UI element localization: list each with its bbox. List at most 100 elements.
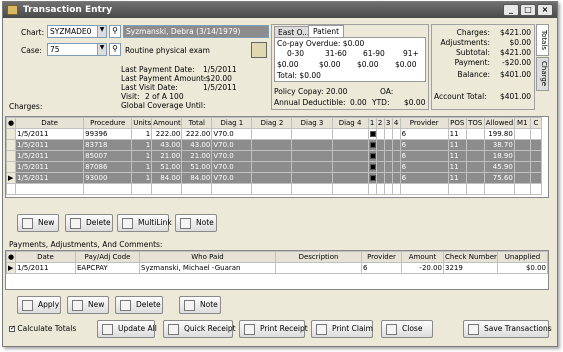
cell-allowed[interactable]: 38.70: [483, 139, 515, 151]
new-charge-button[interactable]: New: [17, 214, 59, 232]
cell-units[interactable]: 1: [131, 139, 153, 151]
col-3[interactable]: 3: [383, 117, 393, 129]
charge-row[interactable]: 1/5/2011 87086 1 51.00 51.00 V70.0 6 11 45.90: [6, 161, 543, 173]
col-2[interactable]: 2: [375, 117, 385, 129]
pcol-provider[interactable]: Provider: [361, 251, 402, 263]
pcell-who[interactable]: Syzmanski, Michael -Guaran: [139, 262, 276, 274]
cell-allowed[interactable]: 45.90: [483, 161, 515, 173]
charge-row[interactable]: 1/5/2011 83718 1 43.00 43.00 V70.0 6 11 38.70: [6, 139, 543, 151]
col-tos[interactable]: TOS: [465, 117, 485, 129]
pcol-check[interactable]: Check Number: [443, 251, 498, 263]
pcell-check[interactable]: 3219: [443, 262, 498, 274]
cell-diag1[interactable]: V70.0: [211, 150, 253, 162]
col-4[interactable]: 4: [391, 117, 401, 129]
cell-pos[interactable]: 11: [447, 172, 467, 184]
pcol-unapplied[interactable]: Unapplied: [497, 251, 548, 263]
new-payment-button[interactable]: New: [67, 296, 109, 314]
tab-patient[interactable]: Patient: [308, 25, 345, 37]
cell-proc[interactable]: 83718: [83, 139, 133, 151]
pcol-code[interactable]: Pay/Adj Code: [75, 251, 140, 263]
col-amount[interactable]: Amount: [151, 117, 183, 129]
cell-diag1[interactable]: V70.0: [211, 172, 253, 184]
cell-date[interactable]: 1/5/2011: [15, 139, 85, 151]
charge-row[interactable]: 1/5/2011 85007 1 21.00 21.00 V70.0 6 11 18.90: [6, 150, 543, 162]
cell-date[interactable]: 1/5/2011: [15, 128, 85, 140]
cell-units[interactable]: 1: [131, 150, 153, 162]
col-total[interactable]: Total: [181, 117, 213, 129]
pcol-who[interactable]: Who Paid: [139, 251, 276, 263]
pcol-date[interactable]: Date: [15, 251, 76, 263]
cell-diag1[interactable]: V70.0: [211, 139, 253, 151]
print-claim-button[interactable]: Print Claim: [311, 320, 373, 338]
update-all-button[interactable]: Update All: [97, 320, 157, 338]
cell-proc[interactable]: 93000: [83, 172, 133, 184]
cell-amount[interactable]: 51.00: [151, 161, 183, 173]
pcol-amount[interactable]: Amount: [401, 251, 444, 263]
delete-payment-button[interactable]: Delete: [115, 296, 163, 314]
cell-proc[interactable]: 99396: [83, 128, 133, 140]
cell-diag1[interactable]: V70.0: [211, 128, 253, 140]
col-procedure[interactable]: Procedure: [83, 117, 133, 129]
cell-total[interactable]: 222.00: [181, 128, 213, 140]
cell-provider[interactable]: 6: [399, 139, 449, 151]
payments-grid[interactable]: ● Date Pay/Adj Code Who Paid Description…: [5, 250, 549, 290]
cell-allowed[interactable]: 18.90: [483, 150, 515, 162]
multilink-button[interactable]: MultiLink: [117, 214, 172, 232]
cell-total[interactable]: 84.00: [181, 172, 213, 184]
col-pos[interactable]: POS: [447, 117, 467, 129]
cell-proc[interactable]: 85007: [83, 150, 133, 162]
cell-total[interactable]: 51.00: [181, 161, 213, 173]
cell-provider[interactable]: 6: [399, 128, 449, 140]
cell-diag1[interactable]: V70.0: [211, 161, 253, 173]
cell-amount[interactable]: 43.00: [151, 139, 183, 151]
cell-pos[interactable]: 11: [447, 150, 467, 162]
close-button[interactable]: Close: [381, 320, 433, 338]
col-allowed[interactable]: Allowed: [483, 117, 515, 129]
pcol-description[interactable]: Description: [275, 251, 362, 263]
payment-row[interactable]: ▶ 1/5/2011 EAPCPAY Syzmanski, Michael -Guar…: [6, 262, 548, 274]
case-field[interactable]: 75 ▼: [47, 43, 107, 56]
cell-amount[interactable]: 84.00: [151, 172, 183, 184]
cell-provider[interactable]: 6: [399, 150, 449, 162]
cell-total[interactable]: 43.00: [181, 139, 213, 151]
cell-amount[interactable]: 222.00: [151, 128, 183, 140]
cell-date[interactable]: 1/5/2011: [15, 150, 85, 162]
charge-row[interactable]: ▶ 1/5/2011 93000 1 84.00 84.00 V70.0 6 11 75.60: [6, 172, 543, 184]
col-diag3[interactable]: Diag 3: [291, 117, 333, 129]
chart-search-icon[interactable]: ⚲: [109, 25, 121, 38]
quick-receipt-button[interactable]: Quick Receipt: [163, 320, 236, 338]
side-tab-charge[interactable]: Charge: [536, 57, 549, 91]
cell-date[interactable]: 1/5/2011: [15, 172, 85, 184]
col-m1[interactable]: M1: [513, 117, 531, 129]
side-tab-totals[interactable]: Totals: [536, 24, 549, 56]
charge-row[interactable]: 1/5/2011 99396 1 222.00 222.00 V70.0 6 11 199.80: [6, 128, 543, 140]
pcell-desc[interactable]: [275, 262, 362, 274]
pcell-code[interactable]: EAPCPAY: [75, 262, 140, 274]
cell-units[interactable]: 1: [131, 128, 153, 140]
calculate-totals-checkbox[interactable]: ✓ Calculate Totals: [9, 324, 76, 333]
col-diag2[interactable]: Diag 2: [251, 117, 293, 129]
minimize-button[interactable]: _: [503, 4, 519, 16]
apply-button[interactable]: Apply: [17, 296, 61, 314]
col-date[interactable]: Date: [15, 117, 85, 129]
cell-provider[interactable]: 6: [399, 161, 449, 173]
col-diag1[interactable]: Diag 1: [211, 117, 253, 129]
col-diag4[interactable]: Diag 4: [331, 117, 369, 129]
col-c[interactable]: C: [529, 117, 543, 129]
save-transactions-button[interactable]: Save Transactions: [463, 320, 552, 338]
cell-amount[interactable]: 21.00: [151, 150, 183, 162]
cell-pos[interactable]: 11: [447, 161, 467, 173]
case-search-icon[interactable]: ⚲: [109, 43, 121, 56]
col-units[interactable]: Units: [131, 117, 153, 129]
charges-grid[interactable]: ● Date Procedure Units Amount Total Diag…: [5, 116, 549, 198]
pcell-amount[interactable]: -20.00: [401, 262, 444, 274]
charge-note-button[interactable]: Note: [175, 214, 217, 232]
col-provider[interactable]: Provider: [399, 117, 449, 129]
cell-allowed[interactable]: 199.80: [483, 128, 515, 140]
close-window-button[interactable]: ×: [537, 4, 553, 16]
cell-allowed[interactable]: 75.60: [483, 172, 515, 184]
col-1[interactable]: 1: [367, 117, 377, 129]
cell-units[interactable]: 1: [131, 172, 153, 184]
cell-total[interactable]: 21.00: [181, 150, 213, 162]
payment-note-button[interactable]: Note: [179, 296, 221, 314]
